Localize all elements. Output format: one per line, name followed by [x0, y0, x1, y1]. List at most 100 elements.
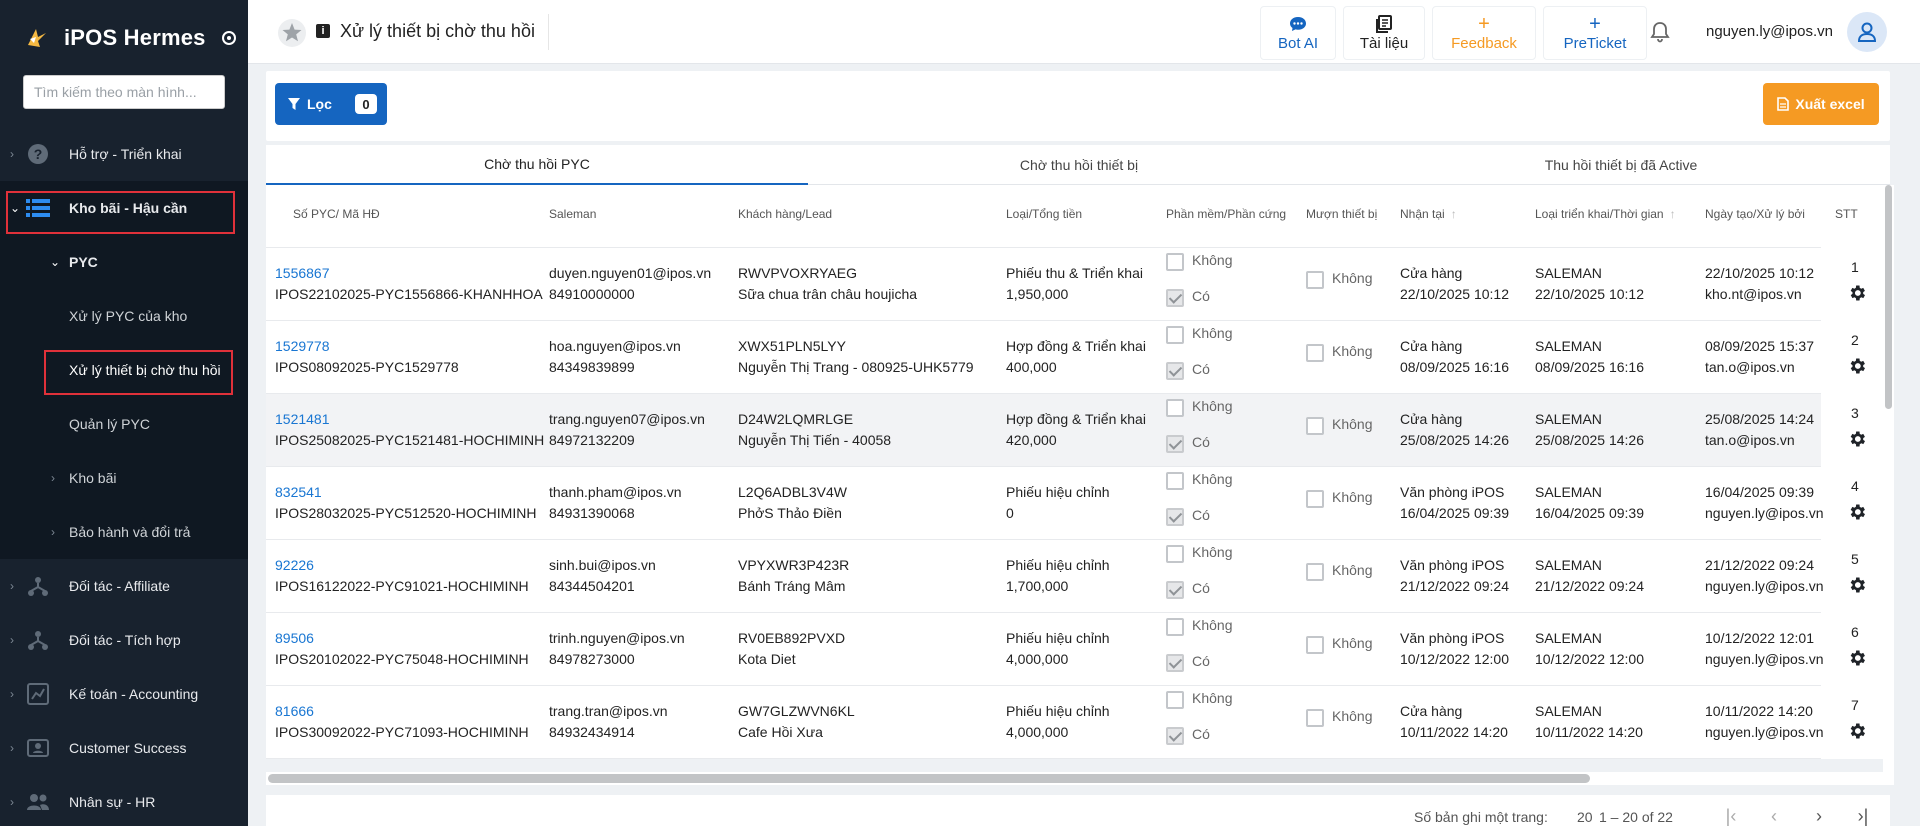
hardware-checkbox[interactable] [1166, 508, 1184, 526]
prev-page-icon[interactable]: ‹ [1763, 805, 1785, 826]
chat-icon [1290, 16, 1306, 31]
pyc-link[interactable]: 832541 [275, 482, 322, 503]
borrow-device-checkbox[interactable] [1306, 709, 1324, 727]
saleman-phone: 84910000000 [549, 286, 635, 302]
customer-code: VPYXWR3P423R [738, 557, 850, 573]
col-header-deploy[interactable]: Loại triển khai/Thời gian ↑ [1535, 207, 1676, 221]
horizontal-scrollbar[interactable] [268, 774, 1590, 783]
sidebar-item-accounting[interactable]: › Kế toán - Accounting [0, 667, 248, 721]
pyc-link[interactable]: 1529778 [275, 336, 330, 357]
feedback-button[interactable]: + Feedback [1432, 6, 1536, 60]
network-icon [26, 574, 50, 598]
table-row[interactable]: 89506 IPOS20102022-PYC75048-HOCHIMINH trin… [266, 612, 1865, 685]
docs-button[interactable]: Tài liệu [1343, 6, 1425, 60]
table-row[interactable]: Không [266, 758, 1821, 759]
sidebar-item-support[interactable]: ›? Hỗ trợ - Triển khai [0, 127, 248, 181]
user-email[interactable]: nguyen.ly@ipos.vn [1706, 23, 1833, 40]
hardware-checkbox[interactable] [1166, 581, 1184, 599]
table-row[interactable]: 81666 IPOS30092022-PYC71093-HOCHIMINH tran… [266, 685, 1865, 758]
app-status-icon[interactable] [221, 30, 236, 45]
sidebar-search-input[interactable] [23, 75, 225, 109]
per-page-select[interactable]: 20 [1577, 809, 1593, 825]
tab-pending-pyc[interactable]: Chờ thu hồi PYC [266, 145, 808, 185]
software-checkbox[interactable] [1166, 326, 1184, 344]
tab-pending-device[interactable]: Chờ thu hồi thiết bị [808, 145, 1350, 185]
settings-gear-icon[interactable] [1847, 356, 1867, 376]
tab-recovered-active[interactable]: Thu hồi thiết bị đã Active [1350, 145, 1892, 185]
settings-gear-icon[interactable] [1847, 429, 1867, 449]
sort-arrow-icon[interactable]: ↑ [1451, 207, 1457, 221]
filter-button[interactable]: Lọc 0 [275, 83, 387, 125]
table-row[interactable]: 92226 IPOS16122022-PYC91021-HOCHIMINH sinh… [266, 539, 1865, 612]
sidebar-item-warehouse-sub[interactable]: › Kho bãi [0, 451, 248, 505]
sidebar-item-affiliate[interactable]: › Đối tác - Affiliate [0, 559, 248, 613]
settings-gear-icon[interactable] [1847, 502, 1867, 522]
pyc-link[interactable]: 92226 [275, 555, 314, 576]
col-header-type-total: Loại/Tổng tiền [1006, 207, 1083, 221]
borrow-device-checkbox[interactable] [1306, 344, 1324, 362]
info-icon[interactable]: i [316, 24, 330, 38]
borrow-device-checkbox[interactable] [1306, 563, 1324, 581]
sidebar-item-process-pyc[interactable]: Xử lý PYC của kho [0, 289, 248, 343]
pagination: Số bản ghi một trang: 20 1 – 20 of 22 |‹… [266, 795, 1890, 826]
sidebar-item-customer-success[interactable]: › Customer Success [0, 721, 248, 775]
table-row[interactable]: 1529778 IPOS08092025-PYC1529778 hoa.nguyen… [266, 320, 1865, 393]
settings-gear-icon[interactable] [1847, 575, 1867, 595]
deploy-type: SALEMAN [1535, 703, 1602, 719]
borrow-device-label: Không [1332, 708, 1373, 724]
bot-ai-button[interactable]: Bot AI [1260, 6, 1336, 60]
request-type: Phiếu thu & Triển khai [1006, 265, 1143, 281]
sidebar-item-manage-pyc[interactable]: Quản lý PYC [0, 397, 248, 451]
next-page-icon[interactable]: › [1808, 805, 1830, 826]
pyc-link[interactable]: 1556867 [275, 263, 330, 284]
sidebar-item-warranty[interactable]: › Bảo hành và đổi trả [0, 505, 248, 559]
pyc-link[interactable]: 1521481 [275, 409, 330, 430]
sidebar-item-hr[interactable]: › Nhân sự - HR [0, 775, 248, 826]
software-checkbox[interactable] [1166, 399, 1184, 417]
export-excel-button[interactable]: Xuất excel [1763, 83, 1879, 125]
sidebar-item-pending-recovery[interactable]: Xử lý thiết bị chờ thu hồi [0, 343, 248, 397]
receive-location: Cửa hàng [1400, 338, 1463, 354]
first-page-icon[interactable]: |‹ [1720, 805, 1742, 826]
hardware-checkbox[interactable] [1166, 435, 1184, 453]
software-checkbox[interactable] [1166, 472, 1184, 490]
borrow-device-label: Không [1332, 343, 1373, 359]
customer-name: Nguyễn Thị Trang - 080925-UHK5779 [738, 359, 974, 375]
preticket-button[interactable]: + PreTicket [1543, 6, 1647, 60]
filter-label: Lọc [307, 96, 332, 112]
sidebar-item-warehouse[interactable]: ⌄ Kho bãi - Hậu cần [0, 181, 248, 235]
settings-gear-icon[interactable] [1847, 283, 1867, 303]
software-checkbox[interactable] [1166, 691, 1184, 709]
col-header-receive-at[interactable]: Nhận tại ↑ [1400, 207, 1457, 221]
pyc-link[interactable]: 89506 [275, 628, 314, 649]
sidebar-item-pyc[interactable]: ⌄ PYC [0, 235, 248, 289]
sidebar-item-integration[interactable]: › Đối tác - Tích hợp [0, 613, 248, 667]
contract-code: IPOS08092025-PYC1529778 [275, 359, 459, 375]
vertical-scrollbar[interactable] [1885, 185, 1892, 409]
sort-arrow-icon[interactable]: ↑ [1670, 207, 1676, 221]
pyc-link[interactable]: 81666 [275, 701, 314, 722]
settings-gear-icon[interactable] [1847, 648, 1867, 668]
hardware-checkbox[interactable] [1166, 362, 1184, 380]
row-number: 6 [1851, 624, 1859, 640]
favorite-star-icon[interactable] [278, 19, 306, 47]
last-page-icon[interactable]: ›| [1852, 805, 1874, 826]
borrow-device-checkbox[interactable] [1306, 271, 1324, 289]
bell-icon[interactable] [1648, 20, 1672, 44]
table-row[interactable]: 1556867 IPOS22102025-PYC1556866-KHANHHOA d… [266, 247, 1865, 320]
hardware-checkbox[interactable] [1166, 289, 1184, 307]
borrow-device-checkbox[interactable] [1306, 417, 1324, 435]
table-row[interactable]: 1521481 IPOS25082025-PYC1521481-HOCHIMINH… [266, 393, 1865, 466]
software-checkbox[interactable] [1166, 253, 1184, 271]
avatar[interactable] [1847, 12, 1887, 52]
table-row[interactable]: 832541 IPOS28032025-PYC512520-HOCHIMINH th… [266, 466, 1865, 539]
hardware-checkbox[interactable] [1166, 727, 1184, 745]
borrow-device-checkbox[interactable] [1306, 636, 1324, 654]
chevron-right-icon: › [10, 147, 14, 161]
sidebar-item-label: PYC [69, 254, 98, 270]
borrow-device-checkbox[interactable] [1306, 490, 1324, 508]
hardware-checkbox[interactable] [1166, 654, 1184, 672]
software-checkbox[interactable] [1166, 545, 1184, 563]
settings-gear-icon[interactable] [1847, 721, 1867, 741]
software-checkbox[interactable] [1166, 618, 1184, 636]
